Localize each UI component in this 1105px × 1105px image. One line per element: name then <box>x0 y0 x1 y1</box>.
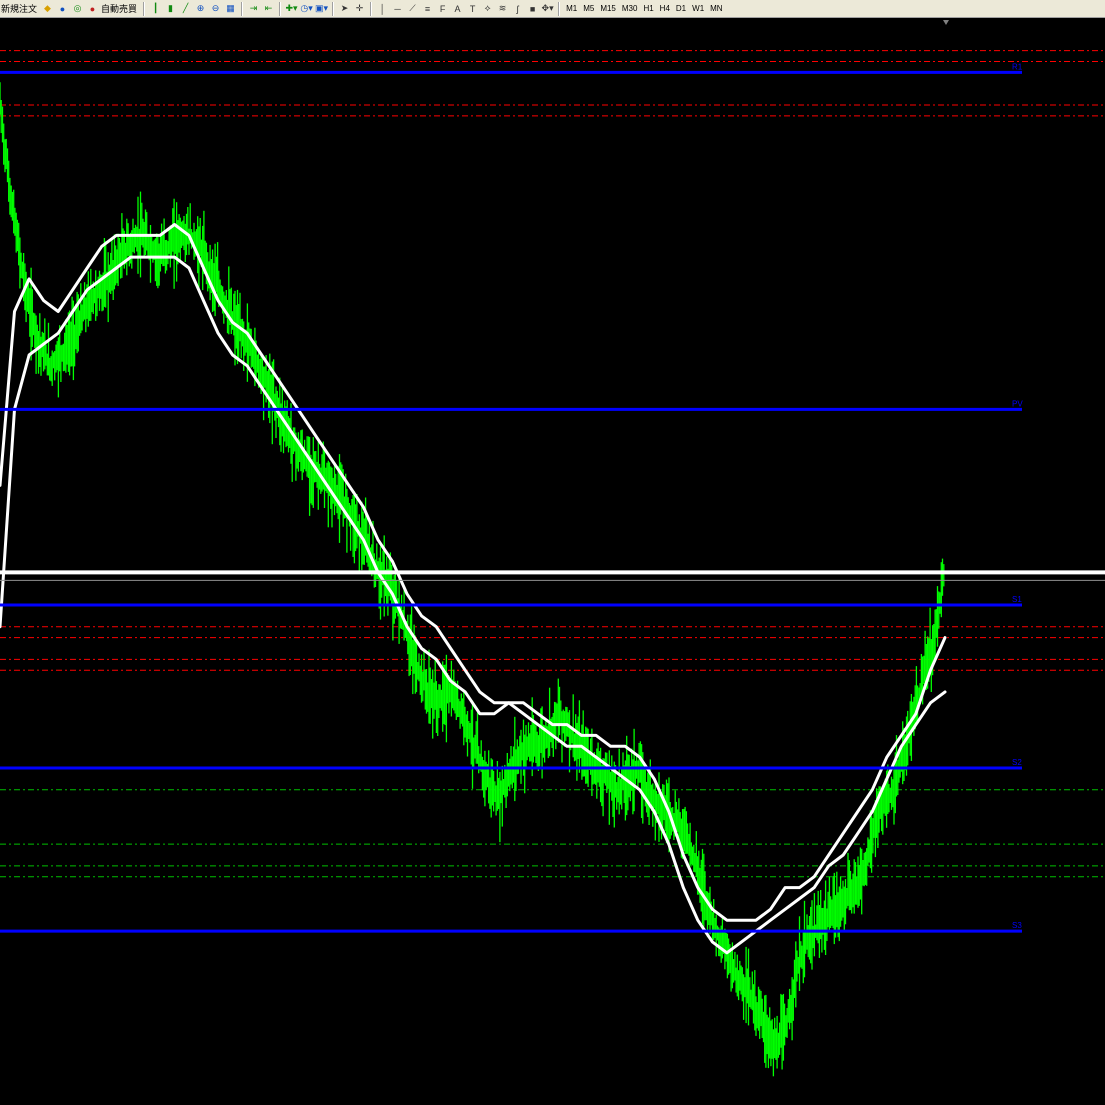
channel-icon[interactable]: ≡ <box>421 2 434 16</box>
gann-icon[interactable]: ⟡ <box>481 2 494 16</box>
templates-icon[interactable]: ▣▾ <box>315 2 328 16</box>
chart-window[interactable]: R1 PV S1 S2 S3 <box>0 18 1105 1105</box>
pivot-level-label: R1 <box>1012 62 1023 71</box>
timeframe-mn[interactable]: MN <box>707 4 725 13</box>
price-chart[interactable]: R1 PV S1 S2 S3 <box>0 18 1105 1105</box>
periods-icon[interactable]: ◷▾ <box>300 2 313 16</box>
auto-trade-icon[interactable]: ● <box>86 2 99 16</box>
elliot-icon[interactable]: ≋ <box>496 2 509 16</box>
toolbar-separator <box>279 1 282 16</box>
zoom-out-icon[interactable]: ⊖ <box>209 2 222 16</box>
bar-chart-icon[interactable]: ┃ <box>149 2 162 16</box>
gold-diamond-icon[interactable]: ◆ <box>41 2 54 16</box>
tile-windows-icon[interactable]: ▦ <box>224 2 237 16</box>
profile-icon[interactable]: ● <box>56 2 69 16</box>
timeframe-h4[interactable]: H4 <box>657 4 673 13</box>
pivot-level-label: S1 <box>1012 595 1022 604</box>
chart-shift-marker[interactable] <box>943 20 949 25</box>
pivot-level-label: PV <box>1012 399 1023 408</box>
zoom-in-icon[interactable]: ⊕ <box>194 2 207 16</box>
timeframe-w1[interactable]: W1 <box>689 4 707 13</box>
autoscroll-icon[interactable]: ⇥ <box>247 2 260 16</box>
timeframe-m1[interactable]: M1 <box>563 4 580 13</box>
timeframe-m5[interactable]: M5 <box>580 4 597 13</box>
toolbar-separator <box>143 1 146 16</box>
timeframe-h1[interactable]: H1 <box>640 4 656 13</box>
horizontal-line-icon[interactable]: ─ <box>391 2 404 16</box>
timeframe-m30[interactable]: M30 <box>619 4 641 13</box>
crosshair-icon[interactable]: ✛ <box>353 2 366 16</box>
text-label-icon[interactable]: T <box>466 2 479 16</box>
fibonacci-icon[interactable]: F <box>436 2 449 16</box>
candle-chart-icon[interactable]: ▮ <box>164 2 177 16</box>
arrows-icon[interactable]: ✥▾ <box>541 2 554 16</box>
timeframe-m15[interactable]: M15 <box>597 4 619 13</box>
trendline-icon[interactable]: ⟋ <box>406 2 419 16</box>
main-toolbar: 新規注文 ◆ ● ◎ ● 自動売買 ┃ ▮ ╱ ⊕ ⊖ ▦ ⇥ ⇤ ✚▾ ◷▾ … <box>0 0 1105 18</box>
pivot-level-label: S2 <box>1012 758 1022 767</box>
new-order-button[interactable]: 新規注文 <box>0 2 40 15</box>
toolbar-separator <box>241 1 244 16</box>
timeframe-d1[interactable]: D1 <box>673 4 689 13</box>
rectangle-icon[interactable]: ■ <box>526 2 539 16</box>
chart-shift-icon[interactable]: ⇤ <box>262 2 275 16</box>
toolbar-separator <box>370 1 373 16</box>
toolbar-separator <box>332 1 335 16</box>
pivot-level-label: S3 <box>1012 921 1022 930</box>
globe-icon[interactable]: ◎ <box>71 2 84 16</box>
line-chart-icon[interactable]: ╱ <box>179 2 192 16</box>
cycle-icon[interactable]: ʃ <box>511 2 524 16</box>
auto-trade-button[interactable]: 自動売買 <box>100 2 140 15</box>
vertical-line-icon[interactable]: │ <box>376 2 389 16</box>
indicators-icon[interactable]: ✚▾ <box>285 2 298 16</box>
text-icon[interactable]: A <box>451 2 464 16</box>
toolbar-separator <box>558 1 561 16</box>
cursor-icon[interactable]: ➤ <box>338 2 351 16</box>
